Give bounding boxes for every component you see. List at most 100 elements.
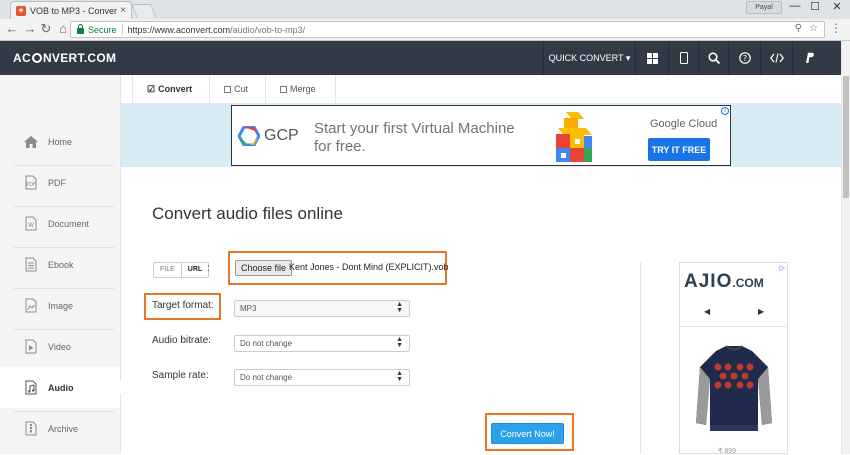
minimize-button[interactable]: — [786, 0, 804, 12]
tab-label: Merge [290, 84, 316, 94]
quick-convert-menu[interactable]: QUICK CONVERT ▾ [543, 41, 635, 75]
sidebar-item-ebook[interactable]: Ebook [0, 244, 120, 285]
logo-text-left: AC [13, 51, 31, 65]
gcp-hexagon-icon [238, 126, 260, 146]
sidebar-item-label: Archive [48, 423, 79, 434]
tab-close-icon[interactable]: × [120, 5, 126, 16]
choose-file-button[interactable]: Choose file [235, 260, 293, 276]
tab-cut[interactable]: Cut [210, 75, 266, 103]
sidebar-item-label: Video [48, 341, 71, 352]
tab-label: Convert [158, 84, 193, 94]
source-url-option[interactable]: URL [180, 263, 209, 277]
browser-menu-icon[interactable]: ⋮ [830, 21, 842, 35]
site-logo[interactable]: AC NVERT.COM [13, 51, 116, 65]
sidebar-item-label: PDF [48, 177, 66, 188]
divider [680, 326, 787, 327]
browser-tab-bar: ◈ VOB to MP3 - Convert au × Payal — ☐ ✕ [0, 0, 850, 19]
sidebar-item-document[interactable]: W Document [0, 203, 120, 244]
audio-bitrate-select[interactable]: Do not change ▲ ▼ [234, 335, 410, 352]
cta-label: TRY IT FREE [651, 144, 707, 155]
sidebar-item-label: Document [48, 218, 90, 229]
sample-rate-label: Sample rate: [152, 370, 209, 381]
source-colon: : [207, 263, 210, 274]
help-icon[interactable]: ? [728, 41, 760, 75]
logo-ring-icon [31, 53, 42, 63]
close-window-button[interactable]: ✕ [828, 0, 846, 13]
ajio-logo: AJIO.COM [684, 271, 764, 293]
adchoices-icon[interactable]: ▷ [780, 264, 785, 272]
scrollbar-thumb[interactable] [843, 76, 849, 198]
sidebar-item-label: Audio [48, 382, 74, 393]
sidebar-item-label: Home [48, 136, 73, 147]
apps-grid-icon[interactable] [635, 41, 668, 75]
sidebar-item-label: Ebook [48, 259, 74, 270]
url-input[interactable]: Secure https:// www.aconvert.com /audio/… [70, 21, 825, 38]
convert-now-button[interactable]: Convert Now! [491, 423, 564, 444]
page-title: Convert audio files online [152, 204, 343, 223]
source-file-option[interactable]: FILE [154, 263, 181, 277]
audio-bitrate-label: Audio bitrate: [152, 335, 211, 346]
ajio-prev-icon[interactable]: ◀ [704, 307, 710, 316]
ad-info-icon[interactable]: i [721, 107, 729, 115]
image-icon [22, 297, 40, 315]
gcp-headline-line1: Start your first Virtual Machine [314, 120, 515, 137]
paypal-icon[interactable] [792, 41, 827, 75]
url-host: www.aconvert.com [154, 24, 231, 35]
home-browser-icon[interactable]: ⌂ [55, 21, 71, 36]
gcp-brand: GCP [264, 127, 299, 144]
maximize-button[interactable]: ☐ [806, 0, 824, 13]
svg-text:W: W [28, 222, 34, 229]
sidebar-item-pdf[interactable]: PDF PDF [0, 162, 120, 203]
sidebar-item-archive[interactable]: Archive [0, 408, 120, 449]
address-bar-row: ← → ↻ ⌂ Secure https:// www.aconvert.com… [0, 19, 850, 41]
reload-icon[interactable]: ↻ [38, 21, 54, 37]
gcp-logo: GCP [238, 126, 299, 146]
favicon-icon: ◈ [16, 5, 26, 16]
gcp-ad[interactable]: GCP Start your first Virtual Machine for… [231, 105, 731, 166]
bookmark-star-icon[interactable]: ☆ [809, 23, 818, 34]
checkbox-icon [224, 85, 231, 93]
target-format-label: Target format: [152, 300, 214, 311]
new-tab-button[interactable] [131, 4, 157, 18]
tab-merge[interactable]: Merge [266, 75, 336, 103]
gcp-cubes-illustration [556, 112, 592, 162]
profile-name: Payal [755, 4, 773, 11]
document-icon: W [22, 215, 40, 233]
home-icon [22, 133, 40, 151]
sidebar-item-video[interactable]: Video [0, 326, 120, 367]
browser-tab[interactable]: ◈ VOB to MP3 - Convert au × [10, 1, 132, 19]
ajio-next-icon[interactable]: ▶ [758, 307, 764, 316]
logo-text-right: NVERT.COM [42, 51, 117, 65]
code-embed-icon[interactable] [760, 41, 792, 75]
ajio-brand-suffix: .COM [732, 276, 764, 290]
url-scheme: https:// [127, 24, 155, 35]
tab-convert[interactable]: ☑ Convert [132, 75, 210, 103]
page-scrollbar[interactable] [841, 41, 850, 454]
divider [121, 24, 123, 35]
choose-file-label: Choose file [241, 263, 287, 273]
profile-button[interactable]: Payal [746, 1, 782, 14]
sidebar-item-audio[interactable]: Audio [0, 367, 127, 408]
ajio-ad[interactable]: AJIO.COM ▷ ◀ ▶ ₹ 899 [679, 262, 788, 455]
select-arrows-icon: ▲ ▼ [396, 336, 403, 349]
target-format-select[interactable]: MP3 ▲ ▼ [234, 300, 410, 317]
lock-icon [77, 23, 84, 34]
forward-icon[interactable]: → [22, 21, 38, 36]
sidebar-item-label: Image [48, 300, 74, 311]
sweater-product-image [696, 345, 772, 431]
sample-rate-select[interactable]: Do not change ▲ ▼ [234, 369, 410, 386]
tab-label: Cut [234, 84, 249, 94]
search-icon[interactable] [698, 41, 728, 75]
zoom-icon[interactable]: ⚲ [795, 23, 802, 34]
archive-icon [22, 420, 40, 438]
try-it-free-button[interactable]: TRY IT FREE [648, 138, 710, 161]
back-icon[interactable]: ← [4, 21, 20, 36]
sidebar-item-home[interactable]: Home [0, 121, 120, 162]
sidebar-item-image[interactable]: Image [0, 285, 120, 326]
target-format-value: MP3 [240, 304, 257, 313]
gcp-headline-line2: for free. [314, 138, 366, 155]
secure-label: Secure [88, 24, 117, 35]
mobile-icon[interactable] [668, 41, 698, 75]
divider [640, 262, 641, 454]
selected-file-name: Kent Jones - Dont Mind (EXPLICIT).vob [289, 262, 449, 272]
